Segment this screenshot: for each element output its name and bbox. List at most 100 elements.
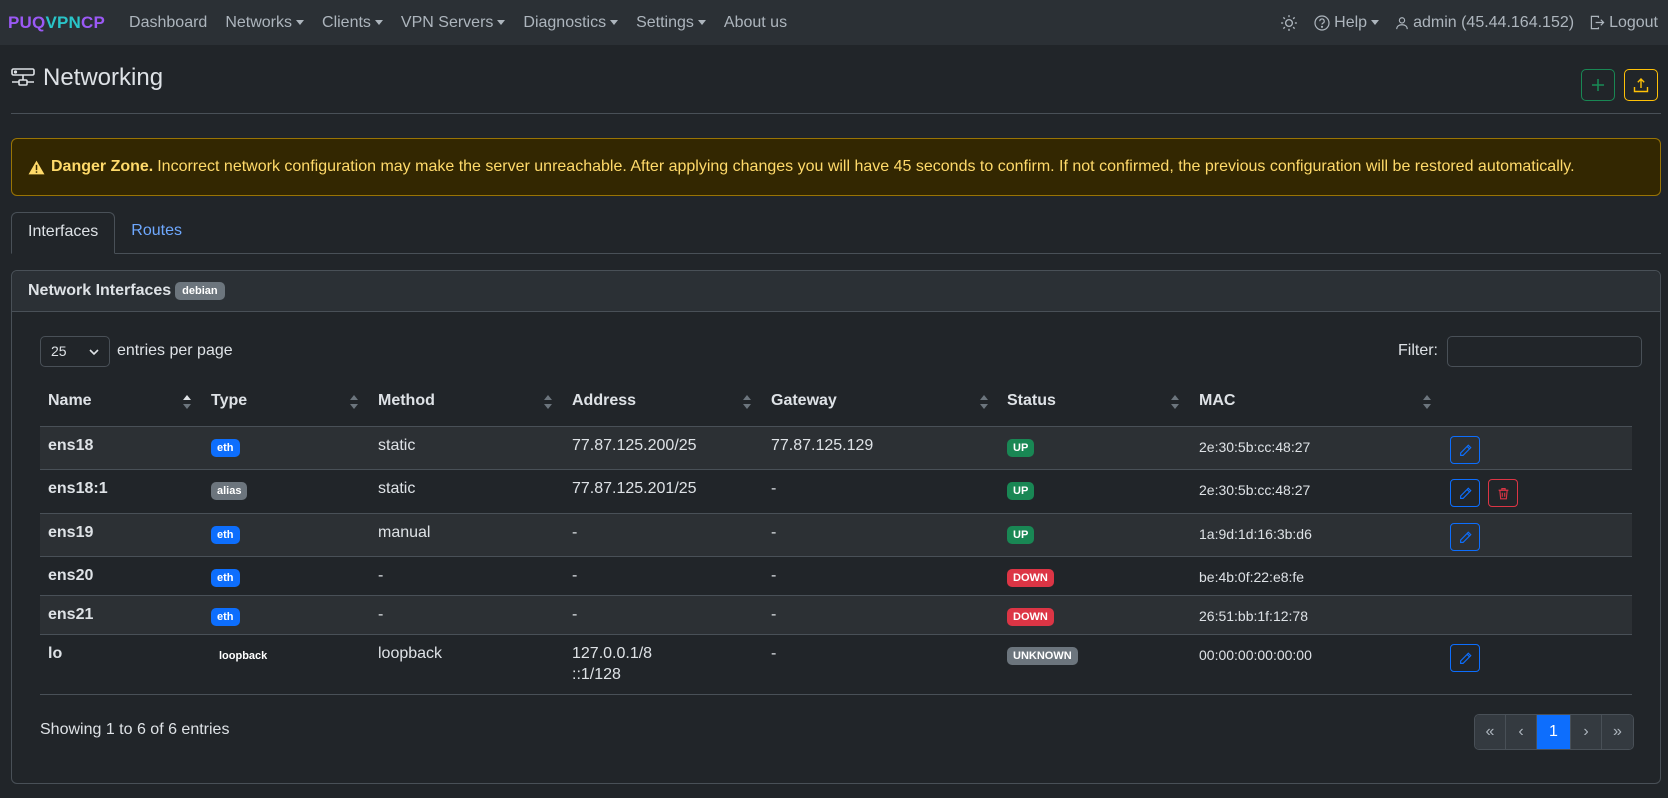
page-size-select[interactable]: 25 <box>40 336 110 367</box>
mac-value: 2e:30:5b:cc:48:27 <box>1199 482 1311 498</box>
address-cell: 127.0.0.1/8::1/128 <box>572 645 652 687</box>
danger-zone-alert: Danger Zone. Incorrect network configura… <box>11 138 1661 196</box>
question-circle-icon <box>1314 14 1330 31</box>
interface-name: ens21 <box>48 606 94 623</box>
tab-bar: Interfaces Routes <box>11 212 1661 254</box>
column-header-method[interactable]: Method <box>378 392 435 410</box>
chevron-down-icon <box>374 20 383 25</box>
gateway-value: - <box>771 524 777 541</box>
mac-value: be:4b:0f:22:e8:fe <box>1199 569 1305 585</box>
address-value: - <box>572 524 578 541</box>
method-value: static <box>378 480 416 497</box>
interface-name: lo <box>48 645 63 662</box>
chevron-down-icon <box>697 20 706 25</box>
edit-button[interactable] <box>1450 644 1480 672</box>
type-badge: alias <box>211 482 248 500</box>
column-header-gateway[interactable]: Gateway <box>771 392 837 410</box>
chevron-down-icon <box>296 20 305 25</box>
nav-about-us[interactable]: About us <box>724 14 787 32</box>
nav-dashboard[interactable]: Dashboard <box>129 14 207 32</box>
status-badge: UP <box>1007 482 1035 500</box>
address-value: 127.0.0.1/8 <box>572 645 653 662</box>
filter-input[interactable] <box>1447 336 1642 367</box>
page-1-button[interactable]: 1 <box>1537 715 1571 749</box>
column-header-status[interactable]: Status <box>1007 392 1056 410</box>
sort-icon[interactable] <box>544 395 552 409</box>
interfaces-table: Name Type Method Address Gateway Status MAC en… <box>40 380 1632 695</box>
user-menu[interactable]: admin (45.44.164.152) <box>1395 14 1574 32</box>
type-badge: eth <box>211 526 240 544</box>
tab-interfaces[interactable]: Interfaces <box>11 212 116 254</box>
add-interface-button[interactable] <box>1581 69 1615 101</box>
mac-value: 2e:30:5b:cc:48:27 <box>1199 439 1311 455</box>
os-badge: debian <box>175 282 225 300</box>
table-header: Name Type Method Address Gateway Status MAC <box>40 380 1632 427</box>
previous-page-button[interactable]: ‹ <box>1506 715 1537 749</box>
nav-item-label: Settings <box>636 13 694 31</box>
theme-toggle-button[interactable] <box>1280 14 1298 32</box>
table-row: ens21 eth - - - DOWN 26:51:bb:1f:12:78 <box>40 596 1632 635</box>
next-page-button[interactable]: › <box>1571 715 1602 749</box>
address-cell: - <box>572 567 577 588</box>
status-badge: UP <box>1007 526 1035 544</box>
pencil-icon <box>1459 443 1472 456</box>
sort-icon[interactable] <box>980 395 988 409</box>
logout-link[interactable]: Logout <box>1590 14 1658 32</box>
brand-logo[interactable]: PUQVPNCP <box>8 13 105 33</box>
help-menu[interactable]: Help <box>1314 13 1380 32</box>
nav-item-label: Dashboard <box>129 13 208 31</box>
address-cell: 77.87.125.200/25 <box>572 437 697 458</box>
nav-item-label: VPN Servers <box>400 13 494 31</box>
column-header-type[interactable]: Type <box>211 392 247 410</box>
address-cell: - <box>572 524 577 545</box>
help-label: Help <box>1334 13 1368 31</box>
nav-clients[interactable]: Clients <box>322 14 383 32</box>
status-badge: UP <box>1007 439 1035 457</box>
sort-icon[interactable] <box>183 395 191 409</box>
sort-icon[interactable] <box>743 395 751 409</box>
address-value: 77.87.125.200/25 <box>572 437 697 454</box>
nav-networks[interactable]: Networks <box>225 13 305 32</box>
network-icon <box>11 68 35 86</box>
first-page-button[interactable]: « <box>1475 715 1506 749</box>
interface-name: ens18:1 <box>48 480 108 497</box>
gateway-value: - <box>771 480 777 497</box>
edit-button[interactable] <box>1450 436 1480 464</box>
gateway-value: - <box>771 567 777 584</box>
mac-value: 00:00:00:00:00:00 <box>1199 647 1312 663</box>
edit-button[interactable] <box>1450 479 1480 507</box>
last-page-button[interactable]: » <box>1602 715 1633 749</box>
delete-button[interactable] <box>1488 479 1518 507</box>
status-badge: DOWN <box>1007 608 1054 626</box>
apply-config-button[interactable] <box>1624 69 1658 101</box>
brand-part-3: CP <box>81 12 106 32</box>
tab-routes[interactable]: Routes <box>115 212 198 254</box>
table-row: ens18 eth static 77.87.125.200/25 77.87.125.… <box>40 427 1632 470</box>
type-badge: eth <box>211 608 240 626</box>
table-controls: 25 entries per page Filter: <box>40 336 1642 368</box>
nav-vpn-servers[interactable]: VPN Servers <box>400 13 506 32</box>
nav-settings[interactable]: Settings <box>636 14 706 32</box>
sort-icon[interactable] <box>1171 395 1179 409</box>
column-header-name[interactable]: Name <box>48 392 92 410</box>
sort-icon[interactable] <box>350 395 358 409</box>
method-value: static <box>378 437 416 454</box>
type-badge: eth <box>211 569 240 587</box>
pencil-icon <box>1459 651 1472 664</box>
page-title: Networking <box>11 64 163 92</box>
nav-diagnostics[interactable]: Diagnostics <box>523 14 619 32</box>
nav-item-label: About us <box>723 13 788 31</box>
brand-part-2: VPN <box>45 12 82 32</box>
page-size-value: 25 <box>51 343 67 359</box>
network-interfaces-card: Network Interfaces debian 25 entries per… <box>11 270 1661 784</box>
sort-icon[interactable] <box>1423 395 1431 409</box>
chevron-down-icon <box>1371 20 1380 25</box>
column-header-address[interactable]: Address <box>572 392 636 410</box>
nav-item-label: Networks <box>225 13 293 31</box>
edit-button[interactable] <box>1450 523 1480 551</box>
table-row: ens19 eth manual - - UP 1a:9d:1d:16:3b:d6 <box>40 514 1632 557</box>
column-header-mac[interactable]: MAC <box>1199 392 1235 410</box>
address-value: 77.87.125.201/25 <box>572 480 697 497</box>
address-value: - <box>572 606 578 623</box>
showing-entries-text: Showing 1 to 6 of 6 entries <box>40 721 230 738</box>
